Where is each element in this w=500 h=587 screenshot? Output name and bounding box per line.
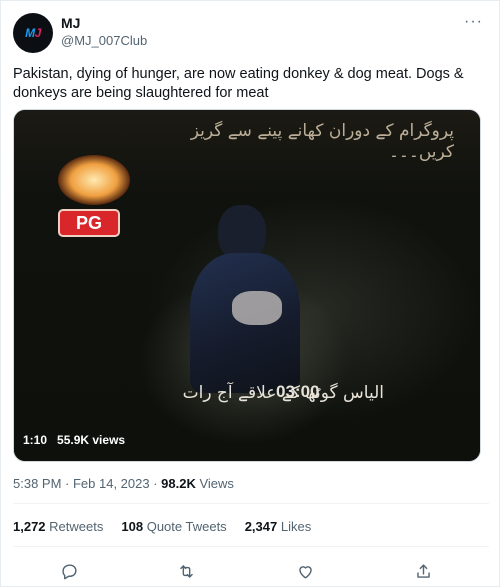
action-bar xyxy=(1,559,500,583)
retweet-icon[interactable] xyxy=(174,559,198,583)
video-views: 55.9K views xyxy=(57,433,126,447)
tweet-card: MJ MJ @MJ_007Club ··· Pakistan, dying of… xyxy=(0,0,500,587)
more-horizontal-icon[interactable]: ··· xyxy=(464,13,483,31)
video-duration: 1:10 xyxy=(23,433,48,447)
timestamp-text: 5:38 PM · Feb 14, 2023 · xyxy=(13,476,162,491)
divider xyxy=(13,546,489,547)
retweets-stat[interactable]: 1,272 Retweets xyxy=(13,519,103,534)
channel-logo xyxy=(58,155,130,205)
reply-icon[interactable] xyxy=(57,559,81,583)
video-meta: 1:10 55.9K views xyxy=(23,433,125,455)
video-figure xyxy=(182,205,342,395)
video-caption-top: پروگرام کے دوران کھانے پینے سے گریز کریں… xyxy=(190,121,454,162)
views-label: Views xyxy=(195,476,234,491)
author-handle[interactable]: @MJ_007Club xyxy=(61,33,147,48)
quote-tweets-stat[interactable]: 108 Quote Tweets xyxy=(121,519,226,534)
like-icon[interactable] xyxy=(293,559,317,583)
views-count: 98.2K xyxy=(161,476,196,491)
author-name[interactable]: MJ xyxy=(61,15,80,31)
video-player[interactable]: پروگرام کے دوران کھانے پینے سے گریز کریں… xyxy=(13,109,481,462)
video-caption-bottom: الیاس گوٹھ کے علاقے آج رات xyxy=(182,383,384,403)
tweet-header: MJ MJ @MJ_007Club ··· xyxy=(13,13,489,53)
avatar-logo: MJ xyxy=(25,26,41,40)
share-icon[interactable] xyxy=(411,559,435,583)
tweet-text: Pakistan, dying of hunger, are now eatin… xyxy=(13,66,464,101)
engagement-stats: 1,272 Retweets 108 Quote Tweets 2,347 Li… xyxy=(13,519,311,534)
avatar[interactable]: MJ xyxy=(13,13,53,53)
tweet-timestamp[interactable]: 5:38 PM · Feb 14, 2023 · 98.2K Views xyxy=(13,476,234,491)
likes-stat[interactable]: 2,347 Likes xyxy=(245,519,312,534)
video-caption-time: 03:00 xyxy=(276,382,320,401)
pg-rating-badge: PG xyxy=(58,209,120,237)
divider xyxy=(13,503,489,504)
